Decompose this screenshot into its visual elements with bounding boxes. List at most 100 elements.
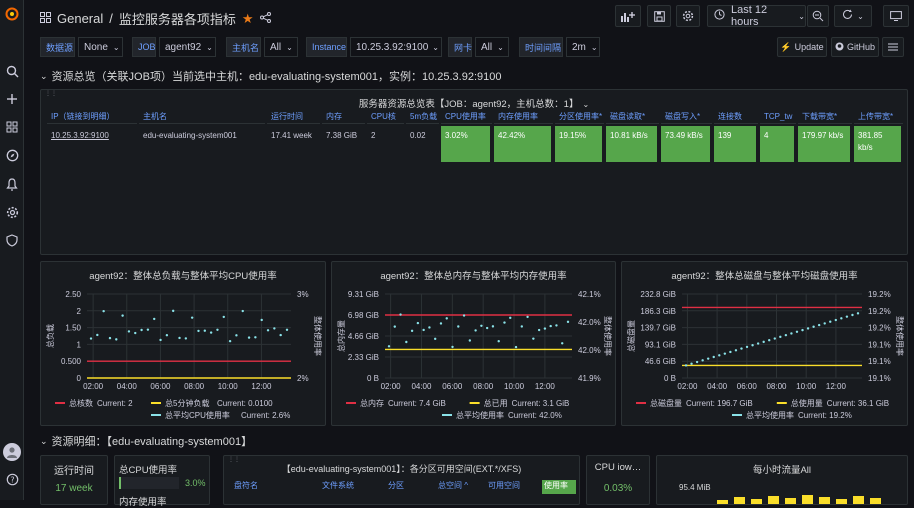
legend-current-value: Current: 42.0% <box>508 411 562 420</box>
chevron-down-icon: ⌄ <box>798 11 805 21</box>
fs-table-header-cell[interactable]: 可用空间 <box>486 480 538 491</box>
series-point-cyan <box>462 314 466 317</box>
plus-icon[interactable] <box>4 91 20 107</box>
var-value-interval: 2m <box>572 41 586 53</box>
table-header-cell[interactable]: 分区使用率* <box>555 110 604 124</box>
grafana-logo-icon[interactable] <box>4 6 20 22</box>
mem-usage-title[interactable]: 内存使用率 <box>119 494 167 508</box>
legend-series-name: 总5分钟负载 <box>165 398 209 408</box>
var-select-datasource[interactable]: None ⌄ <box>78 37 123 57</box>
series-point-cyan <box>108 336 112 340</box>
y-tick-label: 93.1 GiB <box>645 340 676 349</box>
fs-table-header-cell[interactable]: 文件系统 <box>320 480 382 491</box>
hourly-traffic-title[interactable]: 每小时流量All <box>657 462 907 476</box>
chevron-down-icon: ⌄ <box>857 11 864 21</box>
series-point-cyan <box>491 325 495 328</box>
table-header-cell[interactable]: 5m负载 <box>406 110 439 124</box>
filesystem-panel-title[interactable]: 【edu-evaluating-system001】：各分区可用空间(EXT.*… <box>224 462 579 475</box>
var-value-job: agent92 <box>165 41 202 53</box>
y2-tick-label: 19.1% <box>868 340 891 349</box>
series-point-cyan <box>695 360 699 364</box>
table-header-cell[interactable]: TCP_tw <box>760 110 796 124</box>
dashboards-icon[interactable] <box>4 119 20 135</box>
table-header-cell[interactable]: 运行时间 <box>267 110 320 124</box>
table-header-cell[interactable]: 磁盘读取* <box>606 110 659 124</box>
var-select-interval[interactable]: 2m ⌄ <box>566 37 600 57</box>
cpu-usage-title[interactable]: 总CPU使用率 <box>119 462 177 476</box>
table-header-cell[interactable]: 下载带宽* <box>798 110 852 124</box>
save-icon[interactable] <box>647 5 671 27</box>
series-point-cyan <box>273 327 276 330</box>
table-cell: 0.02 <box>410 131 426 140</box>
search-icon[interactable] <box>4 63 20 79</box>
legend-series-name: 总平均使用率 <box>746 410 794 420</box>
dashboard-title[interactable]: 监控服务器各项指标 <box>119 9 236 28</box>
cpu-iowait-title[interactable]: CPU iow… <box>587 462 649 473</box>
bell-icon[interactable] <box>4 176 20 192</box>
table-header-cell[interactable]: 磁盘写入* <box>661 110 712 124</box>
series-point-cyan <box>428 326 431 329</box>
help-icon[interactable]: ? <box>4 471 20 487</box>
breadcrumb-folder[interactable]: General <box>57 11 103 26</box>
fs-table-header-cell[interactable]: 总空间 ^ <box>436 480 482 491</box>
var-select-nic[interactable]: All ⌄ <box>475 37 509 57</box>
table-header-cell[interactable]: CPU核 <box>367 110 404 124</box>
avatar[interactable] <box>3 443 21 461</box>
x-tick-label: 02:00 <box>83 382 104 391</box>
table-header-cell[interactable]: 内存使用率 <box>494 110 553 124</box>
x-tick-label: 06:00 <box>442 382 463 391</box>
series-point-cyan <box>451 345 454 349</box>
x-tick-label: 06:00 <box>150 382 171 391</box>
series-point-cyan <box>549 324 552 328</box>
uptime-title[interactable]: 运行时间 <box>41 462 107 477</box>
table-header-cell[interactable]: 上传带宽* <box>854 110 903 124</box>
series-point-cyan <box>399 313 402 316</box>
chevron-down-icon: ⌄ <box>497 42 504 52</box>
series-point-cyan <box>503 321 506 324</box>
settings-gear-icon[interactable] <box>676 5 700 27</box>
table-header-cell[interactable]: IP（链接到明细） <box>47 110 137 124</box>
y2-tick-label: 2% <box>297 374 309 383</box>
row-detail-header[interactable]: ⌄ 资源明细：【edu-evaluating-system001】 <box>40 433 252 449</box>
add-panel-button[interactable] <box>615 5 641 27</box>
explore-icon[interactable] <box>4 147 20 163</box>
update-link[interactable]: ⚡ Update <box>777 37 827 57</box>
series-point-cyan <box>823 322 826 325</box>
fs-table-header-cell[interactable]: 盘符名 <box>232 480 316 491</box>
chevron-down-icon: ⌄ <box>590 42 598 52</box>
table-header-cell[interactable]: CPU使用率 <box>441 110 492 124</box>
series-point-cyan <box>851 313 854 317</box>
var-select-instance[interactable]: 10.25.3.92:9100 ⌄ <box>350 37 442 57</box>
shield-icon[interactable] <box>4 232 20 248</box>
var-select-hostname[interactable]: All ⌄ <box>264 37 298 57</box>
series-point-cyan <box>684 364 688 367</box>
table-cell: 17.41 week <box>271 131 312 140</box>
gear-icon[interactable] <box>4 204 20 220</box>
menu-icon[interactable] <box>882 37 904 57</box>
fs-table-header-cell[interactable]: 使用率 <box>542 480 576 494</box>
zoom-out-icon[interactable] <box>807 5 829 27</box>
table-cell-ip-link[interactable]: 10.25.3.92:9100 <box>47 126 135 162</box>
fs-table-header-cell[interactable]: 分区 <box>386 480 432 491</box>
table-header-cell[interactable]: 内存 <box>322 110 365 124</box>
refresh-button[interactable]: ⌄ <box>834 5 872 27</box>
uptime-stat-panel: 运行时间 17 week <box>40 455 108 505</box>
github-link-label: GitHub <box>846 42 875 52</box>
series-point-cyan <box>520 325 524 328</box>
legend-series-name: 总内存 <box>360 398 384 408</box>
series-point-cyan <box>756 342 760 345</box>
tv-mode-icon[interactable] <box>883 5 909 27</box>
star-icon[interactable]: ★ <box>242 11 254 27</box>
table-panel-title[interactable]: 服务器资源总览表【JOB：agent92，主机总数：1】 ⌄ <box>41 96 907 110</box>
table-header-cell[interactable]: 连接数 <box>714 110 758 124</box>
var-select-job[interactable]: agent92 ⌄ <box>159 37 216 57</box>
series-point-cyan <box>790 332 793 335</box>
row-overview-header[interactable]: ⌄ 资源总览（关联JOB项）当前选中主机：edu-evaluating-syst… <box>40 68 501 84</box>
traffic-bar <box>819 497 830 504</box>
chevron-down-icon: ⌄ <box>286 42 293 52</box>
table-header-cell[interactable]: 主机名 <box>139 110 265 124</box>
github-link[interactable]: GitHub <box>831 37 879 57</box>
share-icon[interactable] <box>259 11 271 26</box>
time-range-picker[interactable]: Last 12 hours ⌄ <box>707 4 806 28</box>
y-tick-label: 0 <box>77 374 82 383</box>
